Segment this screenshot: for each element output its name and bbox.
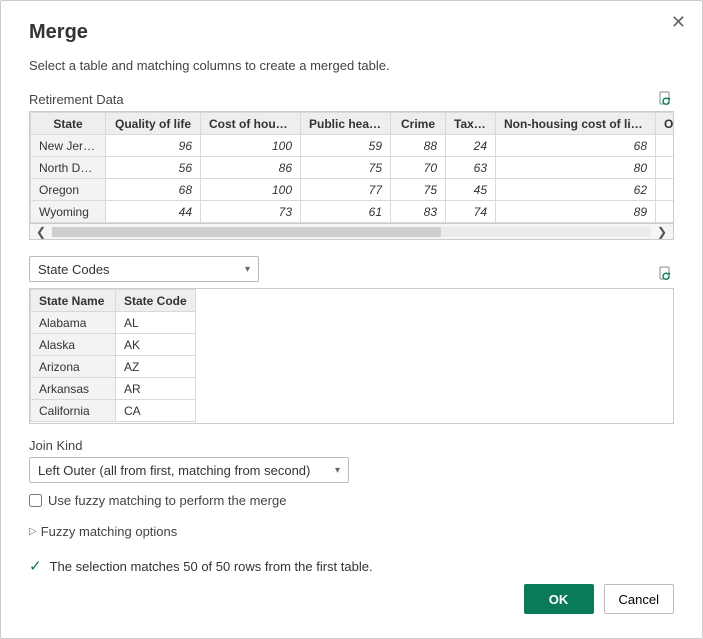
col-housing[interactable]: Cost of housing (201, 113, 301, 135)
table1-header-row[interactable]: State Quality of life Cost of housing Pu… (31, 113, 675, 135)
status-text: The selection matches 50 of 50 rows from… (50, 559, 373, 574)
ok-button[interactable]: OK (524, 584, 594, 614)
checkbox-label: Use fuzzy matching to perform the merge (48, 493, 286, 508)
scroll-track[interactable] (52, 227, 651, 237)
horizontal-scrollbar[interactable]: ❮ ❯ (29, 224, 674, 240)
col-taxes[interactable]: Taxes (446, 113, 496, 135)
secondary-table-dropdown[interactable]: State Codes ▾ (29, 256, 259, 282)
join-kind-label: Join Kind (29, 438, 674, 453)
col-health[interactable]: Public health (301, 113, 391, 135)
scroll-left-icon[interactable]: ❮ (30, 225, 52, 239)
dropdown-value: State Codes (38, 262, 110, 277)
dropdown-value: Left Outer (all from first, matching fro… (38, 463, 310, 478)
col-quality[interactable]: Quality of life (106, 113, 201, 135)
col-nonhousing[interactable]: Non-housing cost of living (496, 113, 656, 135)
scroll-thumb[interactable] (52, 227, 441, 237)
checkmark-icon: ✓ (29, 557, 42, 575)
col-ov[interactable]: Ov (656, 113, 675, 135)
chevron-right-icon: ▷ (29, 526, 37, 537)
refresh-icon[interactable] (658, 266, 674, 282)
table-row[interactable]: Oregon 68 100 77 75 45 62 (31, 179, 675, 201)
dialog-footer: OK Cancel (524, 584, 674, 614)
table1-name: Retirement Data (29, 92, 124, 107)
table-row[interactable]: AlabamaAL (31, 312, 196, 334)
close-icon[interactable]: ✕ (671, 13, 686, 31)
dialog-subtitle: Select a table and matching columns to c… (29, 58, 674, 73)
fuzzy-match-checkbox[interactable]: Use fuzzy matching to perform the merge (29, 493, 674, 508)
table-row[interactable]: CaliforniaCA (31, 400, 196, 422)
table-row[interactable]: New Jersey 96 100 59 88 24 68 (31, 135, 675, 157)
table-row[interactable]: ArizonaAZ (31, 356, 196, 378)
table-row[interactable]: ArkansasAR (31, 378, 196, 400)
match-status: ✓ The selection matches 50 of 50 rows fr… (29, 557, 674, 575)
cancel-button[interactable]: Cancel (604, 584, 674, 614)
col-state-code[interactable]: State Code (116, 290, 196, 312)
table-row[interactable]: North Dakota 56 86 75 70 63 80 (31, 157, 675, 179)
chevron-down-icon: ▾ (245, 264, 250, 275)
refresh-icon[interactable] (658, 91, 674, 107)
join-kind-dropdown[interactable]: Left Outer (all from first, matching fro… (29, 457, 349, 483)
table1[interactable]: State Quality of life Cost of housing Pu… (29, 111, 674, 224)
fuzzy-options-expander[interactable]: ▷ Fuzzy matching options (29, 524, 674, 539)
merge-dialog: ✕ Merge Select a table and matching colu… (0, 0, 703, 639)
checkbox-input[interactable] (29, 494, 42, 507)
table2[interactable]: State Name State Code AlabamaAL AlaskaAK… (29, 288, 674, 424)
expander-label: Fuzzy matching options (41, 524, 178, 539)
scroll-right-icon[interactable]: ❯ (651, 225, 673, 239)
col-state[interactable]: State (31, 113, 106, 135)
col-state-name[interactable]: State Name (31, 290, 116, 312)
dialog-title: Merge (29, 21, 674, 44)
col-crime[interactable]: Crime (391, 113, 446, 135)
chevron-down-icon: ▾ (335, 465, 340, 476)
table-row[interactable]: AlaskaAK (31, 334, 196, 356)
table2-header-row[interactable]: State Name State Code (31, 290, 196, 312)
table-row[interactable]: Wyoming 44 73 61 83 74 89 (31, 201, 675, 223)
